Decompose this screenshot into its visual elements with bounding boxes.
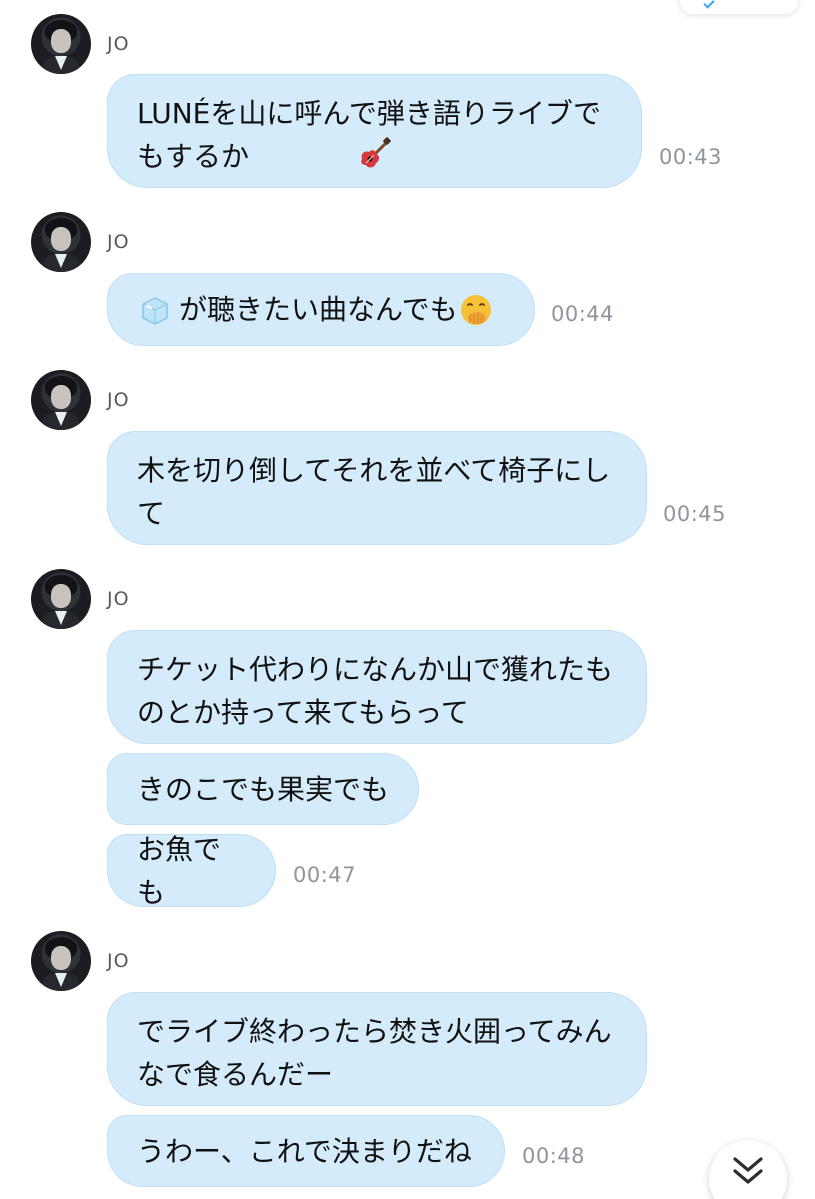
chat-thread: JO LUNÉを山に呼んで弾き語りライブで もするか 00:43 JO が聴きた… [0, 0, 815, 1199]
message-text: が聴きたい曲なんでも [179, 293, 458, 326]
sender-name: JO [107, 950, 130, 972]
message-text: 木を切り倒してそれを並べて椅子にし て [137, 454, 611, 530]
top-status-chip[interactable] [680, 0, 798, 14]
avatar[interactable] [31, 370, 91, 430]
sender-name: JO [107, 389, 130, 411]
message-timestamp: 00:48 [522, 1144, 586, 1168]
sender-name: JO [107, 588, 130, 610]
message-bubble[interactable]: 木を切り倒してそれを並べて椅子にし て [107, 431, 647, 545]
avatar[interactable] [31, 212, 91, 272]
message-text: きのこでも果実でも [137, 772, 390, 806]
message-bubble[interactable]: うわー、これで決まりだね [107, 1115, 505, 1187]
avatar[interactable] [31, 931, 91, 991]
check-icon [703, 0, 715, 9]
message-bubble[interactable]: LUNÉを山に呼んで弾き語りライブで もするか [107, 74, 642, 188]
message-text: うわー、これで決まりだね [137, 1134, 472, 1168]
sender-name: JO [107, 231, 130, 253]
avatar[interactable] [31, 569, 91, 629]
guitar-icon [361, 137, 391, 168]
message-timestamp: 00:43 [659, 145, 723, 169]
sender-name: JO [107, 33, 130, 55]
message-timestamp: 00:47 [293, 863, 357, 887]
message-bubble[interactable]: が聴きたい曲なんでも [107, 273, 535, 346]
message-timestamp: 00:44 [551, 302, 615, 326]
message-bubble[interactable]: でライブ終わったら焚き火囲ってみん なで食るんだー [107, 992, 647, 1106]
scroll-to-bottom-button[interactable] [709, 1140, 787, 1199]
double-chevron-down-icon [733, 1157, 763, 1184]
message-text: チケット代わりになんか山で獲れたも のとか持って来てもらって [137, 653, 614, 729]
ice-cube-icon [142, 296, 168, 325]
avatar[interactable] [31, 14, 91, 74]
message-text: お魚でも [137, 832, 222, 909]
message-timestamp: 00:45 [663, 502, 727, 526]
message-bubble[interactable]: お魚でも [107, 833, 276, 909]
face-hand-over-mouth-icon [460, 294, 491, 325]
message-bubble[interactable]: チケット代わりになんか山で獲れたも のとか持って来てもらって [107, 630, 647, 744]
message-text: でライブ終わったら焚き火囲ってみん なで食るんだー [137, 1015, 612, 1091]
message-bubble[interactable]: きのこでも果実でも [107, 753, 419, 825]
